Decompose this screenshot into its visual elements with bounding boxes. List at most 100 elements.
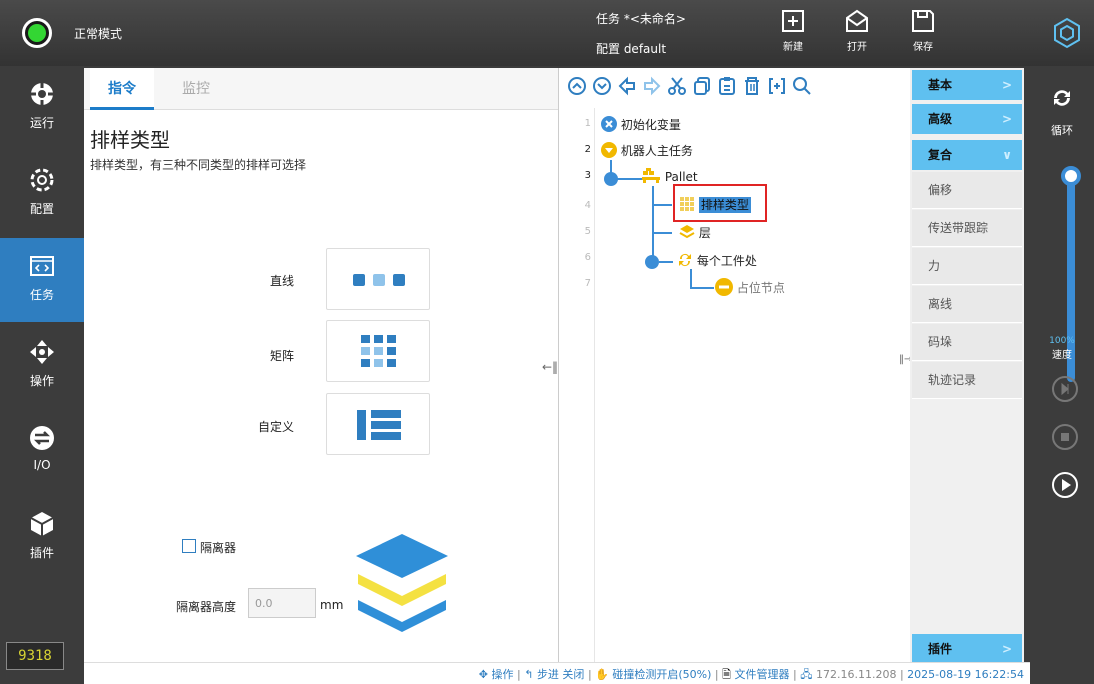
tree-node-placeholder[interactable]: 占位节点	[715, 278, 785, 296]
status-datetime: 2025-08-19 16:22:54	[907, 668, 1024, 681]
loop-icon[interactable]	[1050, 86, 1074, 110]
suppress-icon[interactable]	[767, 76, 787, 96]
category-advanced[interactable]: 高级 >	[912, 104, 1022, 134]
placeholder-icon	[715, 278, 733, 296]
stop-button[interactable]	[1052, 424, 1078, 450]
category-item-conveyor[interactable]: 传送带跟踪	[912, 210, 1022, 247]
status-operate[interactable]: 操作	[492, 668, 514, 681]
speed-label: 速度	[1052, 350, 1072, 361]
status-ip: 172.16.11.208	[815, 668, 897, 681]
selection-outline	[673, 184, 767, 222]
category-item-force[interactable]: 力	[912, 248, 1022, 285]
open-envelope-icon	[846, 9, 868, 32]
main-nav: 运行 配置 任务 操作 I/O 插件 9318	[0, 66, 84, 684]
category-composite[interactable]: 复合 ∨	[912, 140, 1022, 170]
move-up-icon[interactable]	[567, 76, 587, 96]
line-number: 3	[584, 170, 591, 181]
tab-monitor[interactable]: 监控	[164, 68, 228, 110]
tree-node-label: 每个工件处	[696, 254, 757, 268]
save-label: 保存	[913, 42, 933, 53]
tree-connector	[652, 232, 672, 234]
mode-label: 正常模式	[74, 27, 123, 41]
line-number: 2	[584, 144, 591, 155]
separator-checkbox[interactable]	[182, 539, 196, 553]
category-item-trajectory[interactable]: 轨迹记录	[912, 362, 1022, 399]
separator-height-label: 隔离器高度	[176, 600, 237, 614]
separator-height-input[interactable]	[248, 588, 316, 618]
save-button[interactable]: 保存	[898, 8, 948, 62]
copy-icon[interactable]	[692, 76, 712, 96]
nav-item-operate[interactable]: 操作	[0, 324, 84, 408]
collapse-dot[interactable]	[604, 172, 618, 186]
option-custom-button[interactable]	[326, 393, 430, 455]
program-tree-panel: 1 2 3 4 5 6 7 初始化变量 机器人主任务 Pallet 排样类型 层…	[558, 68, 912, 662]
run-control-panel: 循环 100% 速度	[1030, 66, 1094, 684]
nav-item-io[interactable]: I/O	[0, 410, 84, 494]
search-icon[interactable]	[792, 76, 812, 96]
top-bar: 正常模式 任务 *<未命名> 配置 default 新建 打开 保存	[0, 0, 1094, 66]
chevron-right-icon: >	[1001, 112, 1012, 126]
line-pattern-icon	[353, 274, 405, 286]
config-name: 配置 default	[596, 42, 667, 56]
init-x-icon	[601, 116, 617, 132]
paste-icon[interactable]	[717, 76, 737, 96]
nav-item-run[interactable]: 运行	[0, 66, 84, 150]
nav-item-config[interactable]: 配置	[0, 152, 84, 236]
step-icon	[1061, 382, 1069, 396]
open-button[interactable]: 打开	[832, 8, 882, 62]
delete-icon[interactable]	[742, 76, 762, 96]
save-disk-icon	[912, 10, 934, 32]
nav-item-plugin[interactable]: 插件	[0, 496, 84, 580]
tree-node-init-vars[interactable]: 初始化变量	[601, 116, 681, 133]
category-basic[interactable]: 基本 >	[912, 70, 1022, 100]
collapse-left-handle[interactable]: ←‖	[542, 360, 558, 374]
tab-instruction[interactable]: 指令	[90, 68, 154, 110]
tree-node-main-task[interactable]: 机器人主任务	[601, 142, 693, 159]
brand-logo-icon	[1054, 17, 1080, 49]
step-button[interactable]	[1052, 376, 1078, 402]
new-file-icon	[782, 10, 804, 32]
plugin-cube-icon	[30, 512, 54, 536]
cut-icon[interactable]	[667, 76, 687, 96]
nav-label-run: 运行	[29, 116, 54, 130]
power-status-icon[interactable]	[22, 18, 52, 48]
new-button[interactable]: 新建	[768, 8, 818, 62]
speed-slider-knob[interactable]	[1061, 166, 1081, 186]
status-file-manager[interactable]: 文件管理器	[734, 668, 789, 681]
page-title: 排样类型	[90, 128, 170, 152]
loop-label: 循环	[1051, 124, 1073, 137]
nav-label-io: I/O	[33, 458, 51, 472]
category-label: 基本	[928, 78, 953, 92]
chevron-right-icon: >	[1001, 642, 1012, 656]
move-down-icon[interactable]	[592, 76, 612, 96]
nav-item-task[interactable]: 任务	[0, 238, 84, 322]
speed-value: 100%	[1049, 336, 1075, 346]
line-number: 7	[584, 278, 591, 289]
category-menu: 基本 > 高级 > 复合 ∨ 偏移 传送带跟踪 力 离线 码垛 轨迹记录 插件 >	[910, 68, 1024, 664]
tree-node-label: 初始化变量	[620, 118, 681, 132]
category-item-offset[interactable]: 偏移	[912, 172, 1022, 209]
category-item-offline[interactable]: 离线	[912, 286, 1022, 323]
tree-node-each-item[interactable]: 每个工件处	[677, 252, 757, 269]
tree-node-label: Pallet	[664, 170, 698, 184]
redo-icon[interactable]	[642, 76, 662, 96]
undo-icon[interactable]	[617, 76, 637, 96]
nav-label-plugin: 插件	[29, 546, 54, 560]
tree-node-layer[interactable]: 层	[679, 224, 711, 241]
category-plugin[interactable]: 插件 >	[912, 634, 1022, 664]
tree-node-label: 占位节点	[736, 281, 785, 295]
option-matrix-button[interactable]	[326, 320, 430, 382]
chevron-down-icon: ∨	[1002, 148, 1012, 162]
step-mode-icon: ↰	[524, 668, 534, 681]
task-name: 任务 *<未命名>	[596, 12, 686, 26]
line-number-gutter: 1 2 3 4 5 6 7	[559, 108, 595, 662]
file-manager-icon: 🗎	[722, 668, 731, 681]
option-line-button[interactable]	[326, 248, 430, 310]
status-step[interactable]: 步进 关闭	[537, 668, 585, 681]
play-button[interactable]	[1052, 472, 1078, 498]
tree-node-pallet[interactable]: Pallet	[641, 168, 698, 184]
nav-label-task: 任务	[29, 288, 54, 302]
collapse-dot[interactable]	[645, 255, 659, 269]
status-collision[interactable]: 碰撞检测开启(50%)	[612, 668, 711, 681]
category-item-palletize[interactable]: 码垛	[912, 324, 1022, 361]
